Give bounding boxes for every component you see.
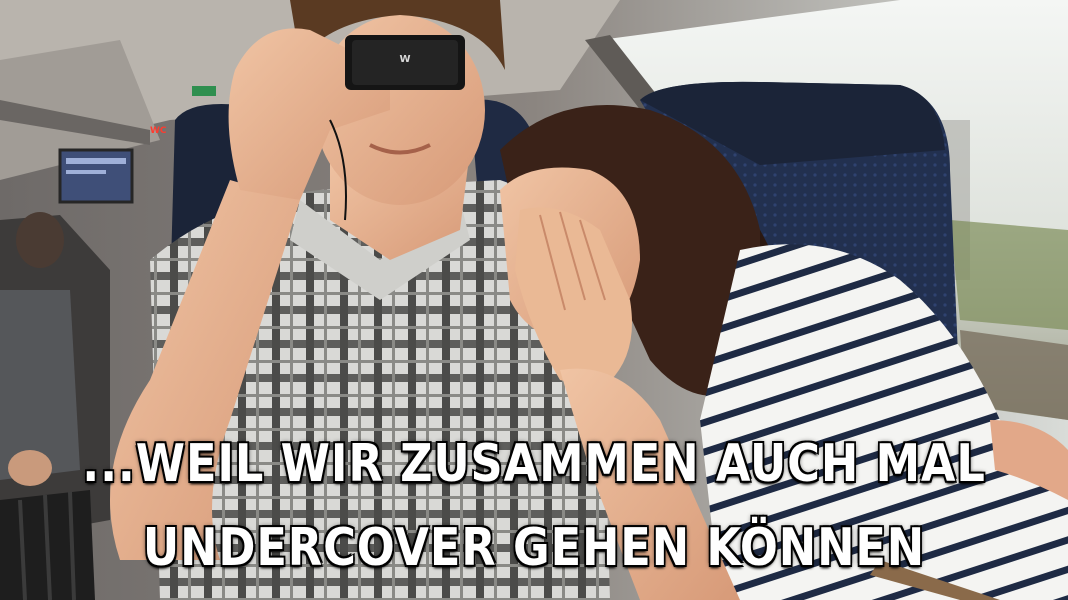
photo-meme: W WC ...WEIL WIR ZUSAMMEN AUCH MAL UNDER…: [0, 0, 1068, 600]
caption-line-2: UNDERCOVER GEHEN KÖNNEN: [142, 518, 926, 578]
exit-sign: [192, 86, 216, 96]
trees-outside: [950, 220, 1068, 330]
svg-text:W: W: [399, 54, 410, 65]
info-display: [58, 148, 134, 204]
caption-line-1: ...WEIL WIR ZUSAMMEN AUCH MAL: [82, 434, 986, 494]
photo-scene: W: [0, 0, 1068, 600]
wc-sign: WC: [150, 126, 167, 136]
